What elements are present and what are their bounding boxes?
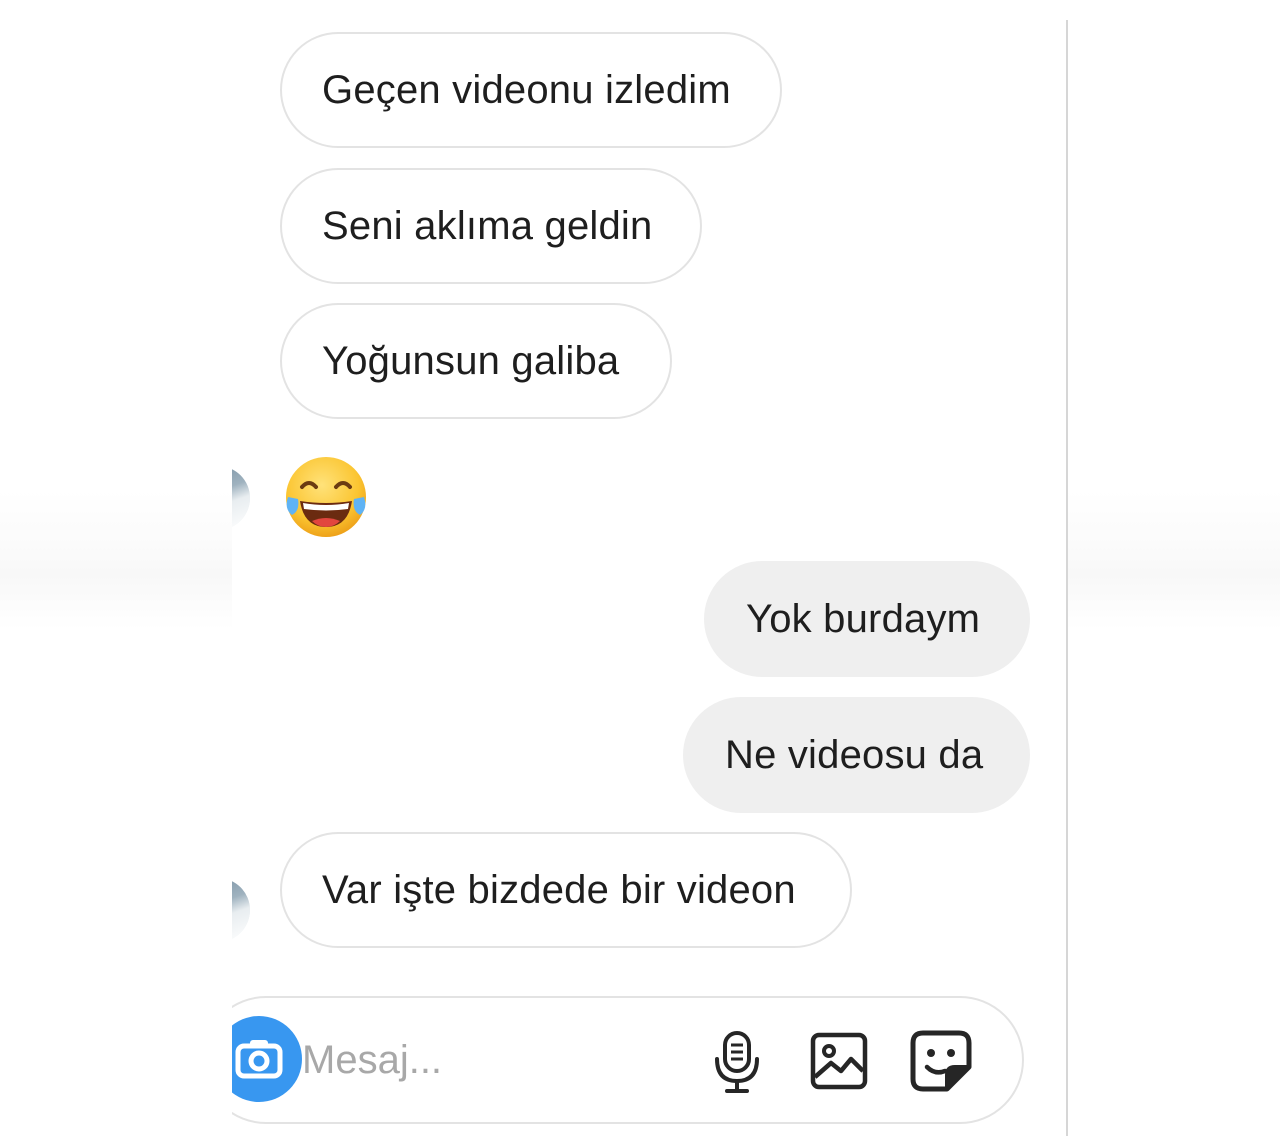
- message-bubble-incoming[interactable]: Geçen videonu izledim: [280, 32, 782, 148]
- sender-avatar[interactable]: [232, 878, 250, 942]
- message-bubble-incoming[interactable]: Seni aklıma geldin: [280, 168, 702, 284]
- message-text: Ne videosu da: [725, 732, 984, 777]
- camera-button[interactable]: [232, 1016, 302, 1102]
- voice-message-button[interactable]: [702, 1026, 772, 1096]
- message-bubble-outgoing[interactable]: Ne videosu da: [683, 697, 1030, 813]
- message-bubble-outgoing[interactable]: Yok burdaym: [704, 561, 1030, 677]
- background-fade-left: [0, 490, 232, 630]
- avatar-image: [232, 878, 250, 942]
- message-text: Var işte bizdede bir videon: [322, 867, 796, 912]
- chat-screen[interactable]: Geçen videonu izledim Seni aklıma geldin…: [232, 20, 1068, 1136]
- camera-icon: [235, 1040, 283, 1079]
- page: Geçen videonu izledim Seni aklıma geldin…: [0, 0, 1280, 1136]
- background-fade-right: [1066, 490, 1280, 630]
- message-input[interactable]: [302, 1030, 682, 1090]
- avatar-image: [232, 466, 250, 530]
- message-text: Geçen videonu izledim: [322, 67, 731, 112]
- sticker-button[interactable]: [906, 1026, 976, 1096]
- message-text: Yoğunsun galiba: [322, 338, 620, 383]
- sender-avatar[interactable]: [232, 466, 250, 530]
- sticker-icon: [910, 1030, 972, 1092]
- gallery-button[interactable]: [804, 1026, 874, 1096]
- gallery-icon: [810, 1032, 868, 1090]
- microphone-icon: [715, 1031, 759, 1093]
- message-composer: [232, 996, 1024, 1124]
- message-bubble-incoming[interactable]: Var işte bizdede bir videon: [280, 832, 852, 948]
- face-with-tears-of-joy-icon[interactable]: [282, 453, 370, 541]
- message-bubble-incoming[interactable]: Yoğunsun galiba: [280, 303, 672, 419]
- message-text: Yok burdaym: [746, 596, 981, 641]
- message-text: Seni aklıma geldin: [322, 203, 653, 248]
